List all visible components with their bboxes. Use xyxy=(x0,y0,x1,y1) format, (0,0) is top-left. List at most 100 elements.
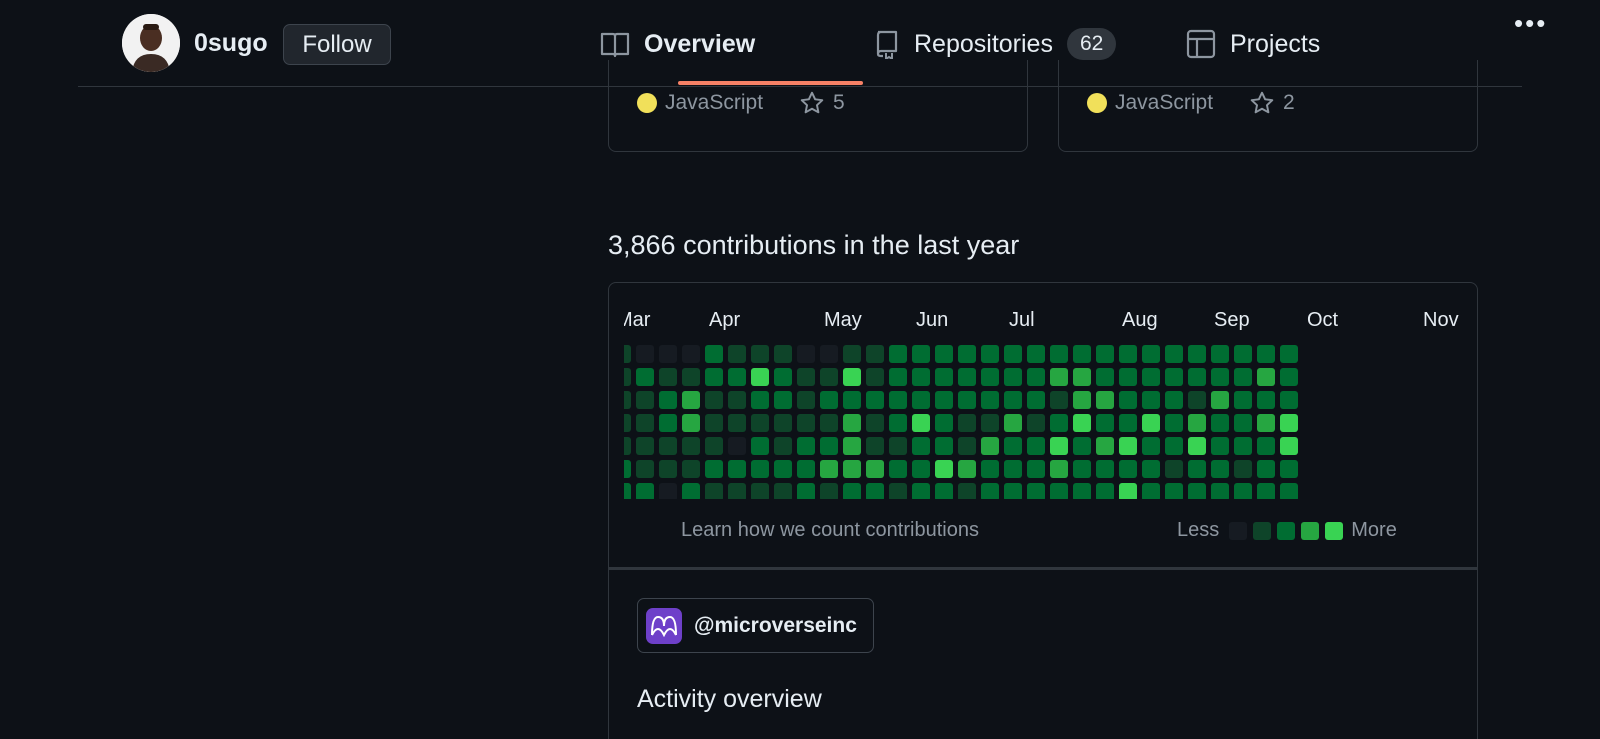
contribution-day-cell[interactable] xyxy=(820,391,838,409)
contribution-day-cell[interactable] xyxy=(1211,414,1229,432)
contribution-day-cell[interactable] xyxy=(866,460,884,478)
contribution-day-cell[interactable] xyxy=(866,483,884,499)
contribution-day-cell[interactable] xyxy=(843,460,861,478)
contribution-day-cell[interactable] xyxy=(682,345,700,363)
contribution-day-cell[interactable] xyxy=(1096,391,1114,409)
contribution-day-cell[interactable] xyxy=(1280,368,1298,386)
contribution-day-cell[interactable] xyxy=(728,437,746,455)
contribution-day-cell[interactable] xyxy=(1004,414,1022,432)
contribution-day-cell[interactable] xyxy=(1165,483,1183,499)
contribution-day-cell[interactable] xyxy=(889,368,907,386)
contribution-day-cell[interactable] xyxy=(728,368,746,386)
contribution-day-cell[interactable] xyxy=(820,345,838,363)
contribution-day-cell[interactable] xyxy=(1050,483,1068,499)
contribution-day-cell[interactable] xyxy=(636,483,654,499)
contribution-day-cell[interactable] xyxy=(624,437,631,455)
contribution-day-cell[interactable] xyxy=(981,437,999,455)
contribution-day-cell[interactable] xyxy=(935,391,953,409)
contribution-day-cell[interactable] xyxy=(797,414,815,432)
contribution-day-cell[interactable] xyxy=(1096,437,1114,455)
contribution-day-cell[interactable] xyxy=(1142,414,1160,432)
contribution-day-cell[interactable] xyxy=(843,437,861,455)
contribution-day-cell[interactable] xyxy=(728,345,746,363)
contribution-day-cell[interactable] xyxy=(751,345,769,363)
contribution-day-cell[interactable] xyxy=(1027,437,1045,455)
contribution-day-cell[interactable] xyxy=(1280,391,1298,409)
contribution-day-cell[interactable] xyxy=(705,345,723,363)
repo-card[interactable]: JavaScript 2 xyxy=(1058,60,1478,152)
contribution-day-cell[interactable] xyxy=(889,437,907,455)
contribution-day-cell[interactable] xyxy=(636,391,654,409)
contribution-day-cell[interactable] xyxy=(1142,437,1160,455)
contribution-day-cell[interactable] xyxy=(797,460,815,478)
contribution-day-cell[interactable] xyxy=(682,460,700,478)
contribution-day-cell[interactable] xyxy=(774,483,792,499)
contribution-day-cell[interactable] xyxy=(1257,460,1275,478)
contribution-day-cell[interactable] xyxy=(1280,414,1298,432)
contribution-day-cell[interactable] xyxy=(705,414,723,432)
contribution-day-cell[interactable] xyxy=(636,460,654,478)
contribution-day-cell[interactable] xyxy=(1211,483,1229,499)
contribution-day-cell[interactable] xyxy=(1004,483,1022,499)
contribution-day-cell[interactable] xyxy=(1073,391,1091,409)
contribution-day-cell[interactable] xyxy=(1027,483,1045,499)
contribution-day-cell[interactable] xyxy=(981,345,999,363)
contribution-day-cell[interactable] xyxy=(1188,345,1206,363)
username[interactable]: 0sugo xyxy=(194,29,268,58)
contribution-day-cell[interactable] xyxy=(935,437,953,455)
contribution-day-cell[interactable] xyxy=(797,345,815,363)
contribution-day-cell[interactable] xyxy=(1004,345,1022,363)
contribution-day-cell[interactable] xyxy=(958,437,976,455)
contribution-day-cell[interactable] xyxy=(1142,391,1160,409)
contribution-day-cell[interactable] xyxy=(1234,483,1252,499)
contribution-day-cell[interactable] xyxy=(1280,460,1298,478)
contribution-day-cell[interactable] xyxy=(912,414,930,432)
contribution-day-cell[interactable] xyxy=(1073,460,1091,478)
contribution-day-cell[interactable] xyxy=(659,483,677,499)
contribution-day-cell[interactable] xyxy=(1280,437,1298,455)
contribution-day-cell[interactable] xyxy=(797,437,815,455)
contribution-day-cell[interactable] xyxy=(1211,391,1229,409)
contribution-day-cell[interactable] xyxy=(1050,414,1068,432)
contribution-day-cell[interactable] xyxy=(705,368,723,386)
contribution-day-cell[interactable] xyxy=(1027,391,1045,409)
contribution-day-cell[interactable] xyxy=(1188,460,1206,478)
contribution-day-cell[interactable] xyxy=(820,368,838,386)
contribution-day-cell[interactable] xyxy=(1165,414,1183,432)
contribution-day-cell[interactable] xyxy=(1073,483,1091,499)
contribution-day-cell[interactable] xyxy=(1257,391,1275,409)
contribution-day-cell[interactable] xyxy=(1073,414,1091,432)
contribution-day-cell[interactable] xyxy=(912,460,930,478)
contribution-day-cell[interactable] xyxy=(1234,460,1252,478)
contribution-day-cell[interactable] xyxy=(981,483,999,499)
repo-card[interactable]: JavaScript 5 xyxy=(608,60,1028,152)
contribution-day-cell[interactable] xyxy=(751,460,769,478)
contribution-day-cell[interactable] xyxy=(682,483,700,499)
contribution-day-cell[interactable] xyxy=(682,391,700,409)
contribution-day-cell[interactable] xyxy=(1050,391,1068,409)
tab-repositories[interactable]: Repositories 62 xyxy=(874,24,1117,64)
contribution-day-cell[interactable] xyxy=(1073,437,1091,455)
contribution-day-cell[interactable] xyxy=(636,345,654,363)
contribution-day-cell[interactable] xyxy=(1211,460,1229,478)
contribution-day-cell[interactable] xyxy=(1211,437,1229,455)
contribution-day-cell[interactable] xyxy=(1188,483,1206,499)
contribution-day-cell[interactable] xyxy=(797,391,815,409)
contribution-day-cell[interactable] xyxy=(820,460,838,478)
contribution-day-cell[interactable] xyxy=(1188,414,1206,432)
contribution-day-cell[interactable] xyxy=(1165,437,1183,455)
contribution-day-cell[interactable] xyxy=(981,368,999,386)
star-icon[interactable] xyxy=(799,90,825,116)
contribution-day-cell[interactable] xyxy=(705,391,723,409)
contribution-day-cell[interactable] xyxy=(912,483,930,499)
contribution-day-cell[interactable] xyxy=(751,437,769,455)
contribution-day-cell[interactable] xyxy=(659,391,677,409)
contribution-day-cell[interactable] xyxy=(866,391,884,409)
contribution-day-cell[interactable] xyxy=(935,368,953,386)
contribution-day-cell[interactable] xyxy=(958,483,976,499)
contribution-day-cell[interactable] xyxy=(797,483,815,499)
contribution-day-cell[interactable] xyxy=(820,414,838,432)
contribution-day-cell[interactable] xyxy=(889,483,907,499)
contribution-day-cell[interactable] xyxy=(1234,345,1252,363)
contribution-day-cell[interactable] xyxy=(889,414,907,432)
